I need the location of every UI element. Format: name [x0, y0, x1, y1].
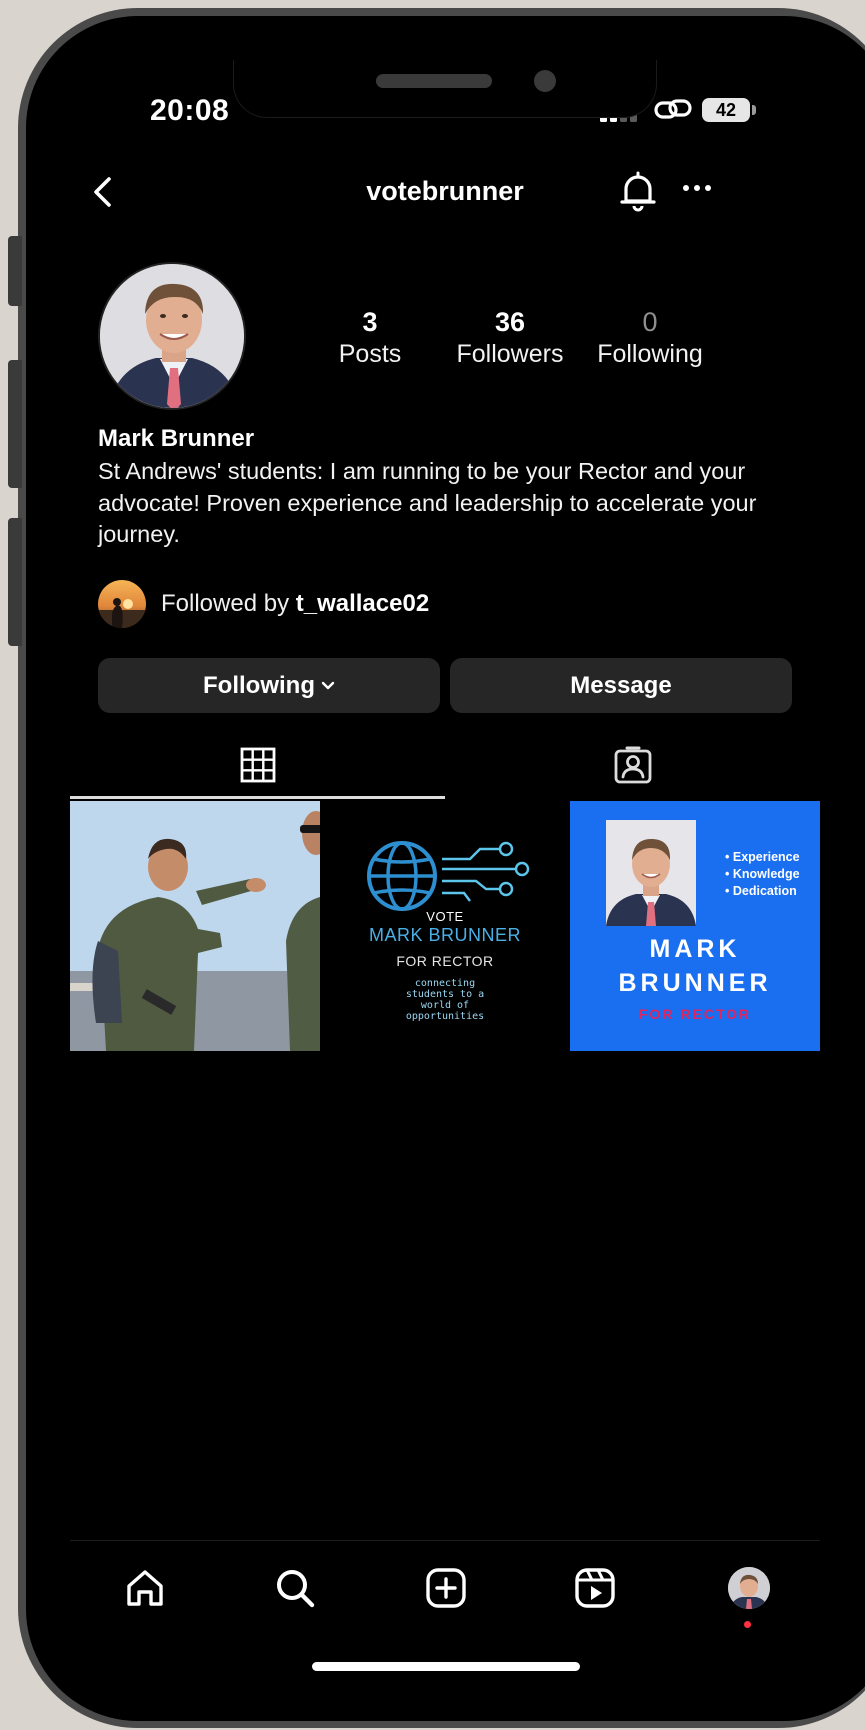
profile-bio: St Andrews' students: I am running to be… — [98, 458, 757, 547]
notch — [233, 60, 657, 118]
post2-tagline: connecting students to a world of opport… — [405, 978, 485, 1022]
status-time: 20:08 — [150, 94, 230, 127]
home-indicator[interactable] — [312, 1662, 580, 1671]
post3-bullets: Experience Knowledge Dedication — [725, 849, 800, 900]
posts-count-label: Posts — [338, 340, 402, 368]
notification-dot — [744, 1621, 751, 1628]
nav-search[interactable] — [270, 1563, 320, 1613]
display-name: Mark Brunner — [98, 425, 255, 452]
active-tab-indicator — [70, 796, 445, 799]
volume-up-button — [8, 360, 22, 488]
nav-profile[interactable] — [724, 1563, 774, 1613]
chevron-left-icon[interactable] — [84, 172, 124, 212]
speaker — [376, 74, 492, 88]
message-button[interactable]: Message — [450, 658, 792, 713]
more-horizontal-icon[interactable] — [682, 184, 712, 192]
followers-count-value: 36 — [494, 307, 526, 337]
tab-posts-grid[interactable] — [70, 735, 445, 795]
post3-first-name: MARK — [649, 935, 741, 963]
profile-avatar[interactable] — [98, 262, 246, 410]
search-icon — [277, 1570, 315, 1608]
post2-vote-text: VOTE — [426, 909, 464, 924]
post3-bullet: Dedication — [725, 883, 800, 900]
post2-for-rector-text: FOR RECTOR — [396, 953, 494, 969]
home-icon — [127, 1570, 163, 1606]
mute-switch — [8, 236, 22, 306]
post2-name-text: MARK BRUNNER — [368, 925, 521, 945]
nav-create[interactable] — [421, 1563, 471, 1613]
volume-down-button — [8, 518, 22, 646]
nav-home[interactable] — [120, 1563, 170, 1613]
nav-profile-avatar — [728, 1567, 770, 1609]
following-count-value: 0 — [642, 307, 658, 337]
battery-tip — [752, 105, 756, 115]
following-button[interactable]: Following — [98, 658, 440, 713]
followed-by-user[interactable]: t_wallace02 — [296, 590, 429, 617]
posts-count: 3 Posts — [300, 305, 440, 369]
chevron-down-icon — [321, 681, 335, 689]
followers-count-label: Followers — [456, 340, 564, 368]
following-count-label: Following — [597, 340, 703, 368]
focus-mode-icon — [654, 99, 692, 119]
post-thumbnail-3[interactable]: Experience Knowledge Dedication MARK BRU… — [570, 801, 820, 1051]
grid-icon — [240, 747, 275, 783]
bell-icon[interactable] — [618, 170, 658, 212]
reels-icon — [575, 1568, 615, 1608]
follower-avatar[interactable] — [98, 580, 146, 628]
followed-by-prefix: Followed by — [161, 590, 290, 617]
posts-count-value: 3 — [362, 307, 378, 337]
plus-square-icon — [426, 1568, 466, 1608]
followers-count[interactable]: 36 Followers — [440, 305, 580, 369]
front-camera — [534, 70, 556, 92]
screen: 20:08 42 votebrunner 3 Posts 36 Follower… — [70, 60, 820, 1685]
post-thumbnail-1[interactable] — [70, 801, 320, 1051]
post3-last-name: BRUNNER — [618, 969, 772, 997]
following-count[interactable]: 0 Following — [580, 305, 720, 369]
tab-tagged[interactable] — [445, 735, 820, 795]
nav-reels[interactable] — [570, 1563, 620, 1613]
post3-bullet: Knowledge — [725, 866, 800, 883]
tagged-person-icon — [614, 746, 651, 784]
followed-by-text[interactable]: Followed by t_wallace02 — [161, 590, 429, 618]
battery-indicator: 42 — [702, 98, 750, 122]
post3-bullet: Experience — [725, 849, 800, 866]
post-thumbnail-2[interactable]: VOTE MARK BRUNNER FOR RECTOR connecting … — [320, 801, 570, 1051]
profile-username: votebrunner — [366, 176, 524, 206]
following-button-label: Following — [203, 671, 315, 699]
post3-portrait — [606, 820, 696, 926]
post3-for-rector: FOR RECTOR — [638, 1006, 752, 1022]
message-button-label: Message — [570, 671, 672, 699]
